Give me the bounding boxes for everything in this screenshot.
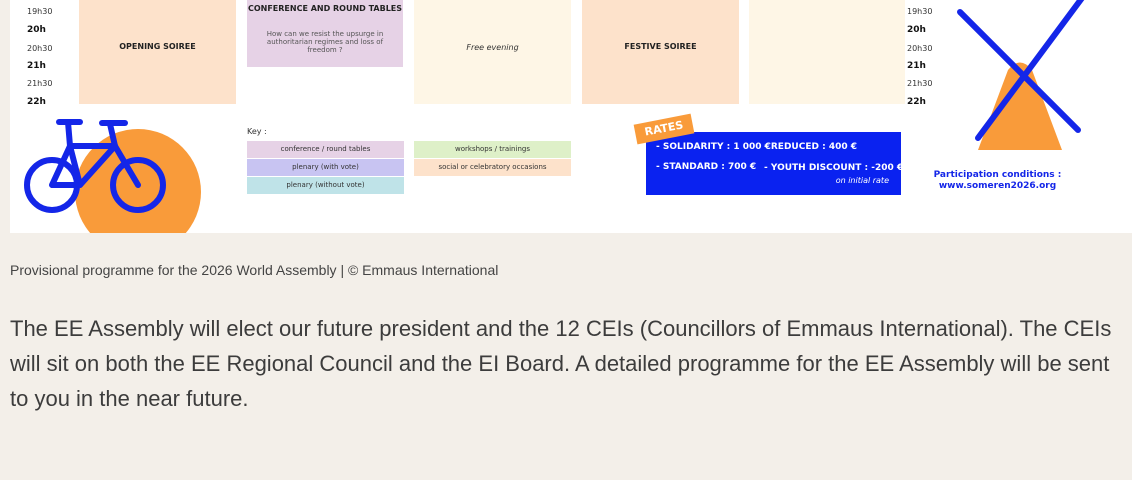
key-workshops: workshops / trainings <box>414 141 571 158</box>
key-social: social or celebratory occasions <box>414 159 571 176</box>
rate-youth: - YOUTH DISCOUNT : -200 € <box>764 163 904 173</box>
conference-question: How can we resist the upsurge in authori… <box>266 30 384 54</box>
key-plenary-vote: plenary (with vote) <box>247 159 404 176</box>
time-label: 21h30 <box>907 79 933 88</box>
rates-box: - SOLIDARITY : 1 000 € - REDUCED : 400 €… <box>646 132 904 195</box>
programme-figure: 19h30 20h 20h30 21h 21h30 22h OPENING SO… <box>10 0 1132 233</box>
time-label: 21h <box>27 61 46 71</box>
opening-soiree-label: OPENING SOIREE <box>119 42 196 51</box>
time-label: 22h <box>907 97 926 107</box>
figure-caption: Provisional programme for the 2026 World… <box>10 262 499 278</box>
bicycle-icon <box>24 119 201 233</box>
time-label: 20h30 <box>27 44 53 53</box>
opening-soiree-block: OPENING SOIREE <box>79 0 236 104</box>
conference-title: CONFERENCE AND ROUND TABLES <box>247 4 403 13</box>
participation-url[interactable]: www.someren2026.org <box>915 181 1080 191</box>
participation-conditions: Participation conditions : <box>933 170 1062 180</box>
free-evening-block: Free evening <box>414 0 571 104</box>
key-title: Key : <box>247 127 267 136</box>
time-label: 21h <box>907 61 926 71</box>
rate-youth-note: on initial rate <box>835 176 889 185</box>
time-label: 22h <box>27 97 46 107</box>
rate-standard: - STANDARD : 700 € <box>656 162 757 172</box>
festive-soiree-block: FESTIVE SOIREE <box>582 0 739 104</box>
time-label: 20h <box>907 25 926 35</box>
key-conference: conference / round tables <box>247 141 404 158</box>
time-label: 19h30 <box>907 7 933 16</box>
time-label: 20h30 <box>907 44 933 53</box>
time-label: 19h30 <box>27 7 53 16</box>
festive-soiree-label: FESTIVE SOIREE <box>624 42 697 51</box>
rate-reduced: - REDUCED : 400 € <box>764 142 857 152</box>
key-plenary-no-vote: plenary (without vote) <box>247 177 404 194</box>
time-label: 20h <box>27 25 46 35</box>
rate-solidarity: - SOLIDARITY : 1 000 € <box>656 142 771 152</box>
windmill-icon <box>957 0 1085 150</box>
free-evening-label: Free evening <box>466 43 519 52</box>
body-paragraph: The EE Assembly will elect our future pr… <box>10 316 1112 411</box>
conference-block: CONFERENCE AND ROUND TABLES How can we r… <box>247 0 403 67</box>
evening-block <box>749 0 905 104</box>
time-label: 21h30 <box>27 79 53 88</box>
